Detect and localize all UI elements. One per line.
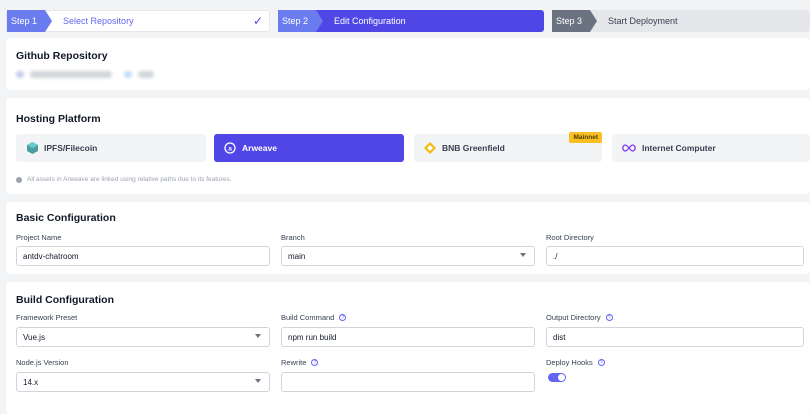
github-repository-card: Github Repository xyxy=(6,38,810,90)
help-icon[interactable]: ? xyxy=(597,359,605,366)
build-configuration-card: Build Configuration Framework Preset Vue… xyxy=(6,282,810,414)
step-number: Step 3 xyxy=(552,10,598,32)
platform-arweave[interactable]: a Arweave xyxy=(214,134,404,162)
internet-computer-icon xyxy=(622,142,636,154)
project-name-input[interactable]: antdv-chatroom xyxy=(16,246,270,266)
hosting-platform-card: Hosting Platform IPFS/Filecoin a Arweave… xyxy=(6,98,810,194)
repo-icon-blurred xyxy=(124,71,132,78)
step-number: Step 2 xyxy=(278,10,324,32)
project-name-label: Project Name xyxy=(16,233,62,242)
step-start-deployment[interactable]: Step 3 Start Deployment xyxy=(552,10,810,32)
info-icon xyxy=(16,176,22,183)
platform-label: Internet Computer xyxy=(642,143,716,153)
root-directory-input[interactable]: ./ xyxy=(546,246,804,266)
select-value: 14.x xyxy=(23,377,39,387)
output-directory-label: Output Directory? xyxy=(546,313,613,322)
repo-avatar-blurred xyxy=(16,71,24,78)
step-label: Select Repository xyxy=(63,16,134,26)
ipfs-icon xyxy=(26,142,38,154)
bnb-icon xyxy=(424,142,436,154)
platform-label: BNB Greenfield xyxy=(442,143,505,153)
repo-name-blurred xyxy=(30,71,112,78)
basic-configuration-card: Basic Configuration Project Name antdv-c… xyxy=(6,202,810,274)
framework-preset-label: Framework Preset xyxy=(16,313,78,322)
input-value: dist xyxy=(553,332,566,342)
help-icon[interactable]: ? xyxy=(605,314,613,321)
platform-internet-computer[interactable]: Internet Computer xyxy=(612,134,810,162)
build-command-label: Build Command? xyxy=(281,313,347,322)
platform-label: IPFS/Filecoin xyxy=(44,143,98,153)
caret-down-icon xyxy=(520,253,526,257)
deploy-hooks-toggle[interactable] xyxy=(548,373,566,382)
build-command-input[interactable]: npm run build xyxy=(281,327,535,347)
platform-label: Arweave xyxy=(242,143,277,153)
hint-text: All assets in Arweave are linked using r… xyxy=(27,176,232,183)
root-directory-label: Root Directory xyxy=(546,233,594,242)
section-title: Build Configuration xyxy=(16,294,114,306)
framework-preset-select[interactable]: Vue.js xyxy=(16,327,270,347)
rewrite-label: Rewrite? xyxy=(281,358,319,367)
branch-label: Branch xyxy=(281,233,305,242)
section-title: Github Repository xyxy=(16,50,108,62)
step-label: Start Deployment xyxy=(608,16,678,26)
deployment-steps: Step 1 Select Repository ✓ Step 2 Edit C… xyxy=(6,10,810,32)
input-value: ./ xyxy=(553,251,558,261)
nodejs-version-label: Node.js Version xyxy=(16,358,69,367)
platform-ipfs-filecoin[interactable]: IPFS/Filecoin xyxy=(16,134,206,162)
step-select-repository[interactable]: Step 1 Select Repository ✓ xyxy=(6,10,270,32)
branch-select[interactable]: main xyxy=(281,246,535,266)
repo-branch-blurred xyxy=(138,71,154,78)
check-icon: ✓ xyxy=(252,14,263,28)
svg-text:a: a xyxy=(228,145,232,152)
input-value: antdv-chatroom xyxy=(23,251,79,261)
caret-down-icon xyxy=(255,379,261,383)
arweave-icon: a xyxy=(224,142,236,154)
step-label: Edit Configuration xyxy=(334,16,406,26)
section-title: Hosting Platform xyxy=(16,113,101,125)
platform-hint: All assets in Arweave are linked using r… xyxy=(16,176,232,183)
step-number: Step 1 xyxy=(7,10,53,32)
nodejs-version-select[interactable]: 14.x xyxy=(16,372,270,392)
platform-bnb-greenfield[interactable]: BNB Greenfield Mainnet xyxy=(414,132,602,162)
select-value: Vue.js xyxy=(23,332,45,342)
section-title: Basic Configuration xyxy=(16,212,116,224)
caret-down-icon xyxy=(255,334,261,338)
rewrite-input[interactable] xyxy=(281,372,535,392)
deploy-hooks-label: Deploy Hooks? xyxy=(546,358,605,367)
input-value: npm run build xyxy=(288,332,337,342)
help-icon[interactable]: ? xyxy=(339,314,347,321)
select-value: main xyxy=(288,251,306,261)
output-directory-input[interactable]: dist xyxy=(546,327,804,347)
help-icon[interactable]: ? xyxy=(311,359,319,366)
mainnet-badge: Mainnet xyxy=(569,132,602,143)
step-edit-configuration[interactable]: Step 2 Edit Configuration xyxy=(278,10,544,32)
